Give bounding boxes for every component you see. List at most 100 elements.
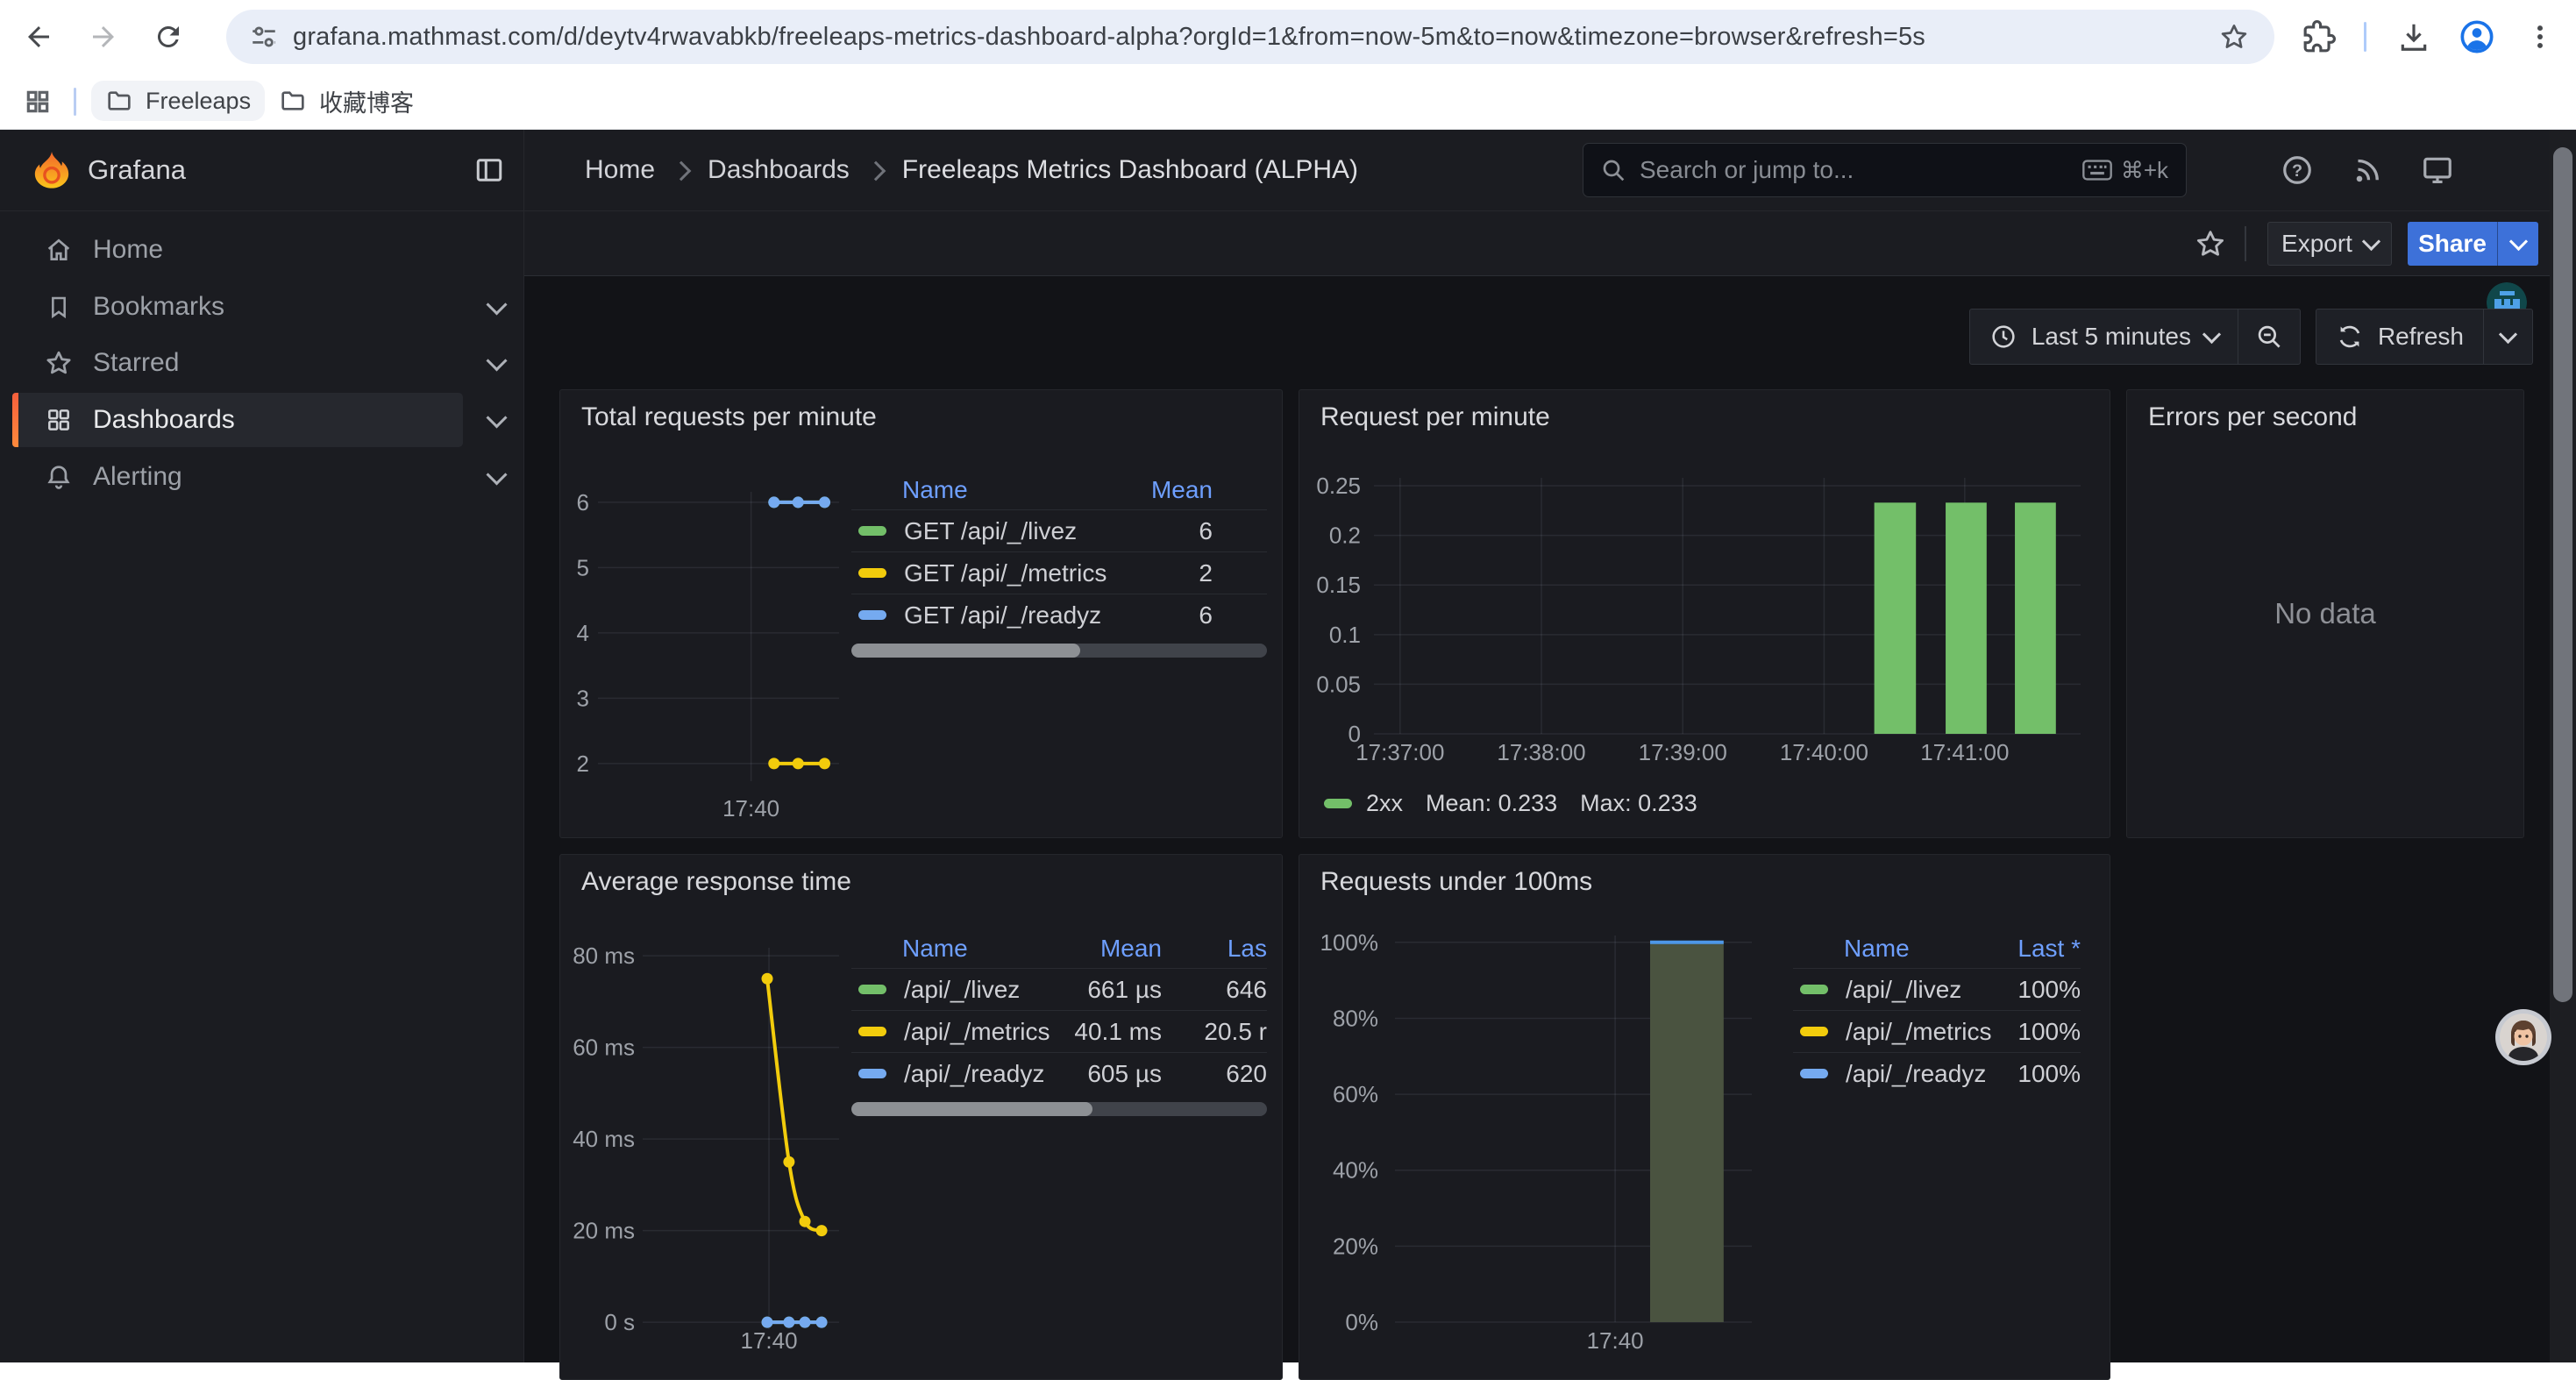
column-header-last[interactable]: Last * bbox=[2017, 935, 2081, 963]
no-data-message: No data bbox=[2127, 390, 2523, 837]
sidebar-item-bookmarks[interactable]: Bookmarks bbox=[12, 280, 463, 334]
timeseries-chart[interactable]: 80 ms60 ms40 ms20 ms0 s17:40 bbox=[560, 939, 862, 1360]
bookmark-label: Freeleaps bbox=[146, 88, 251, 115]
panel-title[interactable]: Average response time bbox=[581, 867, 851, 897]
chevron-right-icon bbox=[672, 161, 692, 181]
refresh-button[interactable]: Refresh bbox=[2316, 309, 2483, 364]
mega-menu-toggle-icon[interactable] bbox=[473, 154, 505, 186]
floating-assistant-avatar[interactable] bbox=[2495, 1009, 2551, 1065]
table-row[interactable]: /api/_/metrics 40.1 ms 20.5 r bbox=[851, 1010, 1267, 1052]
table-row[interactable]: GET /api/_/metrics 2 bbox=[851, 551, 1267, 594]
news-rss-icon[interactable] bbox=[2348, 151, 2387, 189]
bookmark-folder-freeleaps[interactable]: Freeleaps bbox=[91, 81, 265, 121]
refresh-group: Refresh bbox=[2316, 309, 2533, 365]
search-shortcut: ⌘+k bbox=[2082, 157, 2168, 184]
area-chart[interactable]: 100%80%60%40%20%0%17:40 bbox=[1299, 925, 1790, 1363]
refresh-label: Refresh bbox=[2378, 323, 2464, 351]
dashboard-star-icon[interactable] bbox=[2194, 227, 2227, 260]
sidebar-expand-starred[interactable] bbox=[479, 336, 514, 390]
column-header-name[interactable]: Name bbox=[902, 476, 968, 504]
time-range-label: Last 5 minutes bbox=[2032, 323, 2191, 351]
breadcrumb-home[interactable]: Home bbox=[585, 155, 655, 185]
panel-title[interactable]: Total requests per minute bbox=[581, 402, 877, 432]
sidebar-item-home[interactable]: Home bbox=[12, 223, 463, 277]
apps-grid-icon[interactable] bbox=[18, 82, 57, 121]
svg-text:17:37:00: 17:37:00 bbox=[1356, 739, 1444, 765]
column-header-mean[interactable]: Mean bbox=[1100, 935, 1162, 963]
series-color-pill bbox=[858, 1069, 886, 1078]
sidebar-item-starred[interactable]: Starred bbox=[12, 336, 463, 390]
bar-chart[interactable]: 0.250.20.150.10.05017:37:0017:38:0017:39… bbox=[1299, 460, 2089, 811]
search-input[interactable]: Search or jump to... ⌘+k bbox=[1583, 143, 2187, 197]
share-menu-button[interactable] bbox=[2497, 222, 2538, 266]
timeseries-chart[interactable]: 6543217:40 bbox=[560, 474, 862, 834]
table-row[interactable]: /api/_/metrics 100% bbox=[1793, 1010, 2081, 1052]
menu-icon[interactable] bbox=[2521, 18, 2559, 56]
search-icon bbox=[1599, 156, 1627, 184]
actions-divider bbox=[2245, 226, 2246, 261]
zoom-out-button[interactable] bbox=[2238, 309, 2300, 364]
scrollbar-thumb[interactable] bbox=[2553, 147, 2572, 1002]
table-row[interactable]: /api/_/readyz 100% bbox=[1793, 1052, 2081, 1094]
sidebar-expand-dashboards[interactable] bbox=[479, 393, 514, 447]
svg-text:5: 5 bbox=[577, 554, 589, 580]
site-info-icon[interactable] bbox=[249, 22, 279, 52]
monitor-icon[interactable] bbox=[2418, 151, 2457, 189]
page-scrollbar[interactable] bbox=[2550, 130, 2576, 1362]
series-name: 2xx bbox=[1366, 790, 1403, 817]
table-row[interactable]: /api/_/readyz 605 µs 620 bbox=[851, 1052, 1267, 1094]
table-row[interactable]: GET /api/_/livez 6 bbox=[851, 509, 1267, 551]
sidebar-expand-bookmarks[interactable] bbox=[479, 280, 514, 334]
column-header-last[interactable]: Las bbox=[1228, 935, 1267, 963]
forward-icon[interactable] bbox=[84, 18, 123, 56]
sidebar-item-label: Home bbox=[93, 235, 163, 265]
time-controls: Last 5 minutes bbox=[1969, 309, 2533, 365]
chevron-down-icon bbox=[2362, 231, 2380, 250]
svg-text:17:41:00: 17:41:00 bbox=[1920, 739, 2009, 765]
reload-icon[interactable] bbox=[149, 18, 188, 56]
series-last: 100% bbox=[2017, 976, 2081, 1004]
column-header-mean[interactable]: Mean bbox=[1151, 476, 1213, 504]
legend-item[interactable]: 2xx bbox=[1324, 790, 1403, 817]
series-color-pill bbox=[1324, 799, 1352, 808]
chevron-down-icon bbox=[486, 464, 507, 485]
panel-title[interactable]: Requests under 100ms bbox=[1320, 867, 1592, 897]
download-icon[interactable] bbox=[2395, 18, 2433, 56]
series-name: /api/_/metrics bbox=[1846, 1018, 1992, 1046]
table-row[interactable]: GET /api/_/readyz 6 bbox=[851, 594, 1267, 636]
refresh-interval-button[interactable] bbox=[2484, 309, 2532, 364]
back-icon[interactable] bbox=[19, 18, 58, 56]
grafana-brand[interactable]: Grafana bbox=[88, 130, 186, 210]
grafana-app: Grafana Home Dashboards Freeleaps Metric… bbox=[0, 130, 2576, 1362]
bookmark-folder-blogs[interactable]: 收藏博客 bbox=[265, 81, 428, 121]
series-last: 20.5 r bbox=[1204, 1018, 1267, 1046]
table-row[interactable]: /api/_/livez 100% bbox=[1793, 968, 2081, 1010]
profile-icon[interactable] bbox=[2458, 18, 2496, 56]
table-row[interactable]: /api/_/livez 661 µs 646 bbox=[851, 968, 1267, 1010]
url-text[interactable]: grafana.mathmast.com/d/deytv4rwavabkb/fr… bbox=[293, 23, 2187, 52]
legend-scrollbar[interactable] bbox=[851, 1102, 1267, 1116]
sidebar-expand-alerting[interactable] bbox=[479, 450, 514, 504]
help-icon[interactable]: ? bbox=[2278, 151, 2316, 189]
grafana-logo-icon[interactable] bbox=[32, 150, 72, 190]
sidebar: Home Bookmarks Starred Das bbox=[0, 211, 524, 1362]
svg-text:0.1: 0.1 bbox=[1329, 622, 1361, 648]
sidebar-item-alerting[interactable]: Alerting bbox=[12, 450, 463, 504]
bookmark-star-icon[interactable] bbox=[2218, 21, 2250, 53]
export-button[interactable]: Export bbox=[2267, 222, 2392, 266]
breadcrumb-dashboards[interactable]: Dashboards bbox=[708, 155, 850, 185]
series-color-pill bbox=[858, 568, 886, 578]
column-header-name[interactable]: Name bbox=[902, 935, 968, 963]
scrollbar-thumb[interactable] bbox=[851, 1102, 1092, 1116]
scrollbar-thumb[interactable] bbox=[851, 644, 1080, 658]
legend-scrollbar[interactable] bbox=[851, 644, 1267, 658]
address-bar[interactable]: grafana.mathmast.com/d/deytv4rwavabkb/fr… bbox=[226, 10, 2274, 64]
extensions-icon[interactable] bbox=[2300, 18, 2338, 56]
time-range-picker[interactable]: Last 5 minutes bbox=[1970, 309, 2238, 364]
column-header-name[interactable]: Name bbox=[1844, 935, 1910, 963]
panel-title[interactable]: Request per minute bbox=[1320, 402, 1550, 432]
svg-text:4: 4 bbox=[577, 620, 589, 646]
time-picker-group: Last 5 minutes bbox=[1969, 309, 2301, 365]
share-button[interactable]: Share bbox=[2408, 222, 2497, 266]
sidebar-item-dashboards[interactable]: Dashboards bbox=[12, 393, 463, 447]
